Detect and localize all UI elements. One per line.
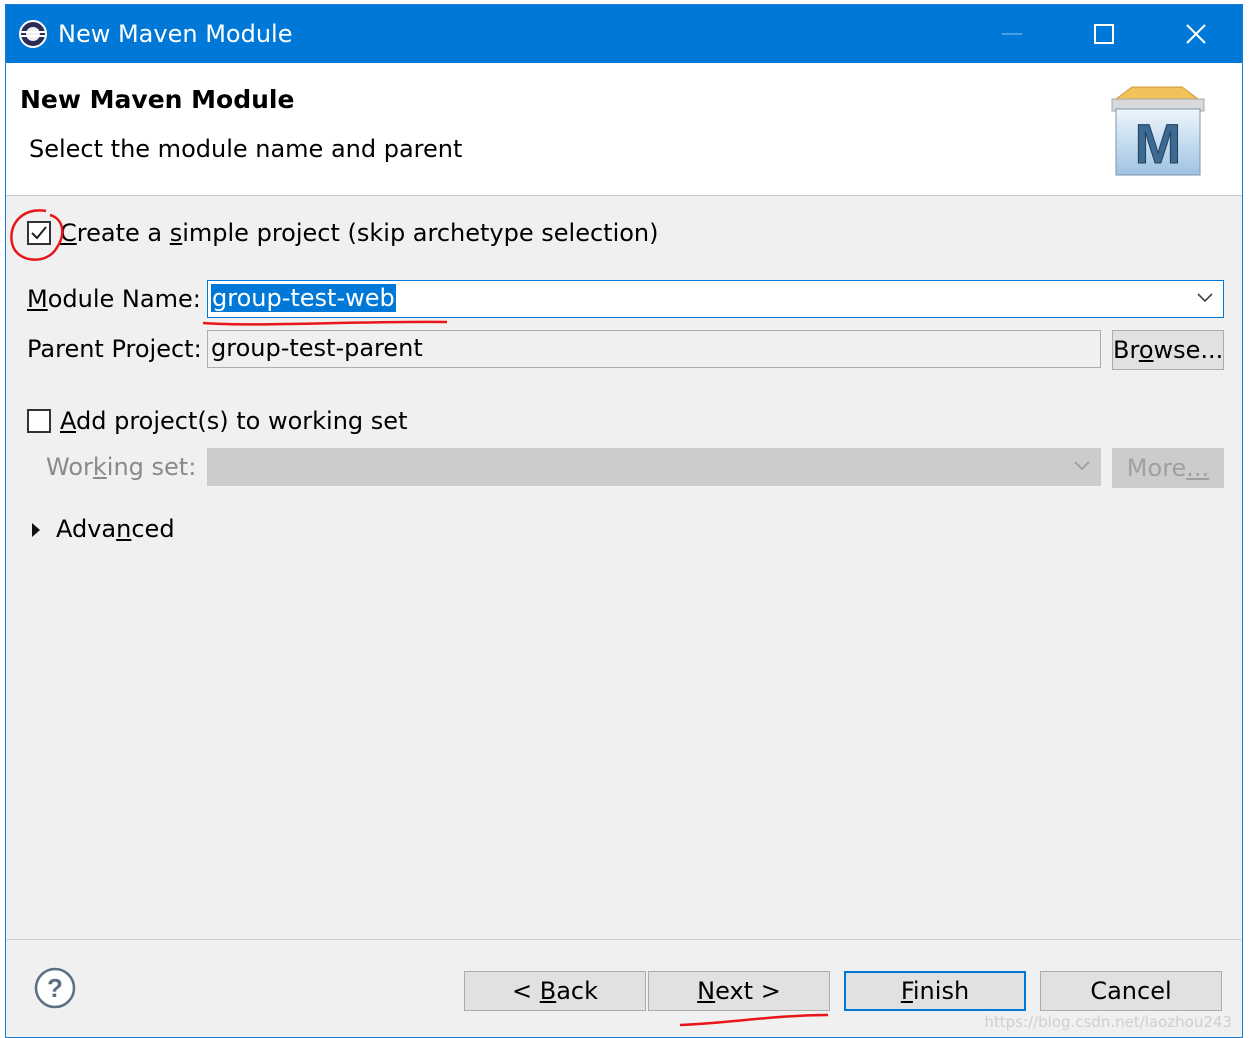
close-button[interactable] — [1150, 5, 1242, 63]
footer-separator — [6, 939, 1242, 940]
maximize-icon — [1094, 24, 1114, 44]
new-maven-module-dialog: New Maven Module New Maven Module Select… — [5, 4, 1243, 1038]
working-set-checkbox-label[interactable]: Add project(s) to working set — [60, 405, 407, 437]
eclipse-icon — [18, 19, 48, 49]
working-set-label: Working set: — [46, 453, 197, 481]
back-button[interactable]: < Back — [464, 971, 646, 1011]
cancel-button[interactable]: Cancel — [1040, 971, 1222, 1011]
title-bar[interactable]: New Maven Module — [6, 5, 1242, 63]
window-title: New Maven Module — [58, 20, 293, 48]
maven-icon: M — [1102, 79, 1222, 183]
expand-arrow-icon — [32, 523, 40, 537]
svg-text:?: ? — [47, 973, 63, 1003]
maven-logo-letter: M — [1135, 112, 1182, 175]
parent-project-label: Parent Project: — [27, 335, 202, 363]
module-name-value: group-test-web — [211, 284, 396, 312]
annotation-underline-module — [202, 320, 448, 326]
wizard-header: New Maven Module Select the module name … — [6, 63, 1242, 196]
module-name-label: Module Name: — [27, 285, 201, 313]
more-button[interactable]: More... — [1112, 448, 1224, 488]
working-set-checkbox[interactable] — [27, 409, 51, 433]
close-icon — [1186, 24, 1206, 44]
help-icon[interactable]: ? — [34, 967, 76, 1009]
wizard-page-description: Select the module name and parent — [29, 135, 463, 163]
finish-button[interactable]: Finish — [844, 971, 1026, 1011]
minimize-button[interactable] — [966, 5, 1058, 63]
checkmark-icon — [31, 226, 47, 240]
chevron-down-icon — [1074, 461, 1090, 471]
parent-project-field[interactable]: group-test-parent — [207, 330, 1101, 368]
annotation-underline-next — [679, 1013, 829, 1027]
browse-button[interactable]: Browse... — [1112, 330, 1224, 370]
minimize-icon — [1002, 33, 1022, 35]
simple-project-checkbox[interactable] — [27, 221, 51, 245]
simple-project-label[interactable]: Create a simple project (skip archetype … — [60, 217, 659, 249]
chevron-down-icon[interactable] — [1197, 293, 1213, 303]
advanced-expander[interactable]: Advanced — [30, 513, 175, 545]
wizard-page-title: New Maven Module — [20, 85, 295, 114]
maximize-button[interactable] — [1058, 5, 1150, 63]
watermark-text: https://blog.csdn.net/laozhou243 — [984, 1013, 1232, 1031]
parent-project-value: group-test-parent — [211, 334, 423, 362]
module-name-combo[interactable]: group-test-web — [207, 280, 1224, 318]
next-button[interactable]: Next > — [648, 971, 830, 1011]
working-set-combo[interactable] — [207, 448, 1101, 486]
